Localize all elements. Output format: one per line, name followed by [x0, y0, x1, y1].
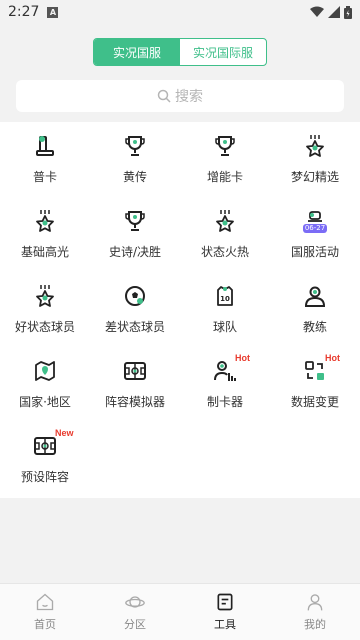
tool-label: 制卡器	[206, 395, 243, 409]
wifi-icon	[310, 6, 324, 17]
status-time: 2:27	[8, 4, 40, 20]
notification-a-icon: A	[47, 6, 59, 18]
tool-item[interactable]: 状态火热	[180, 197, 270, 272]
server-switch: 实况国服 实况国际服	[93, 38, 267, 66]
tab-home[interactable]: 首页	[0, 584, 90, 640]
star-icon	[33, 284, 57, 308]
tools-icon	[217, 593, 233, 611]
tool-label: 黄传	[122, 170, 147, 184]
pitch-icon	[123, 359, 147, 383]
tab-label: 首页	[34, 618, 56, 631]
star-icon	[33, 209, 57, 233]
status-icons	[310, 5, 352, 19]
card-maker-icon	[213, 359, 237, 383]
tool-item[interactable]: 好状态球员	[0, 272, 90, 347]
tool-label: 增能卡	[206, 170, 243, 184]
hot-badge: Hot	[325, 353, 340, 363]
trophy-icon	[123, 134, 147, 158]
tool-label: 球队	[212, 320, 237, 334]
tab-planet[interactable]: 分区	[90, 584, 180, 640]
battery-icon	[344, 5, 352, 19]
bottom-tab-bar: 首页 分区 工具 我的	[0, 583, 360, 640]
tools-panel: 普卡 黄传 增能卡 梦幻精选基础高光 史诗/决胜 状态火热 06-27 国服活动好状态球员 差状…	[0, 122, 360, 498]
planet-icon	[125, 596, 145, 608]
tool-item[interactable]: 教练	[270, 272, 360, 347]
tab-profile[interactable]: 我的	[270, 584, 360, 640]
tab-label: 我的	[304, 618, 326, 631]
new-badge: New	[55, 428, 74, 438]
search-icon	[157, 89, 171, 103]
profile-icon	[307, 594, 323, 611]
map-icon	[33, 359, 57, 383]
home-icon	[36, 593, 54, 611]
tool-item[interactable]: 制卡器 Hot	[180, 347, 270, 422]
pitch-icon	[33, 434, 57, 458]
tool-label: 预设阵容	[20, 470, 69, 484]
tab-china-server[interactable]: 实况国服	[94, 39, 180, 65]
tool-label: 梦幻精选	[290, 170, 339, 184]
tool-label: 阵容模拟器	[104, 395, 165, 409]
search-placeholder: 搜索	[175, 89, 203, 105]
tool-item[interactable]: 阵容模拟器	[90, 347, 180, 422]
tab-label: 工具	[214, 618, 236, 631]
tool-label: 国服活动	[290, 245, 339, 259]
tool-item[interactable]: 普卡	[0, 122, 90, 197]
star-icon	[213, 209, 237, 233]
jersey-icon: 10	[213, 284, 237, 308]
tab-international-server[interactable]: 实况国际服	[180, 39, 266, 65]
event-icon: 06-27	[303, 209, 327, 233]
tool-item[interactable]: 预设阵容 New	[0, 422, 90, 497]
tool-item[interactable]: 差状态球员	[90, 272, 180, 347]
event-date-tag: 06-27	[304, 224, 326, 232]
trophy-icon	[213, 134, 237, 158]
trophy-icon	[123, 209, 147, 233]
tool-item[interactable]: 梦幻精选	[270, 122, 360, 197]
tool-label: 差状态球员	[104, 320, 165, 334]
tab-tools[interactable]: 工具	[180, 584, 270, 640]
star-icon	[303, 134, 327, 158]
tool-label: 基础高光	[20, 245, 69, 259]
tools-grid: 普卡 黄传 增能卡 梦幻精选基础高光 史诗/决胜 状态火热 06-27 国服活动好状态球员 差状…	[0, 122, 360, 497]
tool-item[interactable]: 增能卡	[180, 122, 270, 197]
tool-item[interactable]: 黄传	[90, 122, 180, 197]
tool-item[interactable]: 国家·地区	[0, 347, 90, 422]
tool-label: 数据变更	[290, 395, 339, 409]
tool-item[interactable]: 史诗/决胜	[90, 197, 180, 272]
tool-item[interactable]: 10 球队	[180, 272, 270, 347]
status-bar: 2:27 A	[0, 0, 360, 24]
tool-item[interactable]: 06-27 国服活动	[270, 197, 360, 272]
hot-badge: Hot	[235, 353, 250, 363]
tool-label: 好状态球员	[14, 320, 75, 334]
card-icon	[33, 134, 57, 158]
svg-text:10: 10	[220, 295, 230, 303]
tool-label: 国家·地区	[19, 395, 71, 409]
tool-label: 史诗/决胜	[108, 245, 162, 259]
signal-icon	[328, 6, 340, 18]
tool-item[interactable]: 基础高光	[0, 197, 90, 272]
tool-item[interactable]: 数据变更 Hot	[270, 347, 360, 422]
search-box[interactable]: 搜索	[16, 80, 344, 112]
tool-label: 普卡	[32, 170, 57, 184]
tool-label: 状态火热	[200, 245, 249, 259]
ball-icon	[123, 284, 147, 308]
coach-icon	[303, 284, 327, 308]
tool-label: 教练	[302, 320, 327, 334]
data-change-icon	[303, 359, 327, 383]
tab-label: 分区	[124, 618, 146, 631]
header: 实况国服 实况国际服 搜索	[0, 24, 360, 122]
